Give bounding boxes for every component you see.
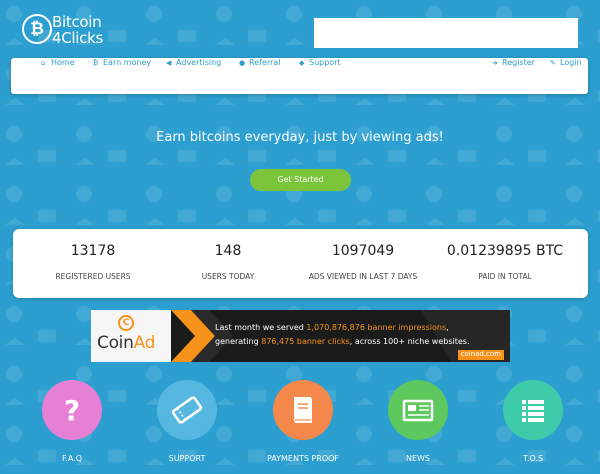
users-icon: ● <box>239 59 246 67</box>
bitcoin-logo-icon: ₿ <box>22 14 52 44</box>
stat-value: 1097049 <box>331 243 395 259</box>
question-icon: ? <box>64 394 80 427</box>
nav-earn-money[interactable]: ₿ Earn money <box>93 58 151 94</box>
newspaper-icon <box>402 399 434 422</box>
impressions-highlight: 1,070,876,876 banner impressions <box>306 323 447 332</box>
coinad-coin-icon: C <box>118 315 134 331</box>
banner-line-2: generating 876,475 banner clicks, across… <box>215 337 470 346</box>
nav-register[interactable]: ➜ Register <box>492 58 535 94</box>
stat-label: REGISTERED USERS <box>55 272 131 281</box>
coinad-banner[interactable]: C CoinAd Last month we served 1,070,876,… <box>91 310 510 362</box>
stats-panel: 13178 REGISTERED USERS 148 USERS TODAY 1… <box>13 229 588 298</box>
nav-home-label: Home <box>51 58 75 67</box>
top-search-input[interactable] <box>314 18 578 48</box>
nav-advertising-label: Advertising <box>176 58 222 67</box>
support-link[interactable]: SUPPORT <box>143 380 231 470</box>
tos-label: T.O.S <box>522 454 544 463</box>
sign-in-icon: ➜ <box>492 59 498 67</box>
nav-earn-money-label: Earn money <box>103 58 152 67</box>
news-link[interactable]: NEWS <box>374 380 462 470</box>
ticket-icon: ◆ <box>299 59 305 67</box>
stat-value: 0.01239895 BTC <box>446 243 564 259</box>
payments-proof-link[interactable]: PAYMENTS PROOF <box>259 380 347 470</box>
stat-value: 13178 <box>70 243 116 259</box>
edit-icon: ✎ <box>550 59 556 67</box>
payments-proof-label: PAYMENTS PROOF <box>266 454 340 463</box>
coinad-brand-ad: Ad <box>133 333 156 353</box>
nav-advertising[interactable]: ◀ Advertising <box>166 58 221 94</box>
clicks-highlight: 876,475 banner clicks <box>261 337 350 346</box>
tos-link[interactable]: T.O.S <box>489 380 577 470</box>
nav-login[interactable]: ✎ Login <box>550 58 582 94</box>
megaphone-icon: ◀ <box>166 59 172 67</box>
faq-label: F.A.Q <box>61 454 83 463</box>
stat-label: PAID IN TOTAL <box>478 272 532 281</box>
hero-title: Earn bitcoins everyday, just by viewing … <box>156 130 444 145</box>
navbar: ⌂ Home ₿ Earn money ◀ Advertising ● Referral… <box>11 58 588 94</box>
stat-label: USERS TODAY <box>201 272 255 281</box>
nav-register-label: Register <box>502 58 535 67</box>
list-icon <box>522 400 544 422</box>
book-icon <box>294 397 312 423</box>
logo-text-line2: 4Clicks <box>52 29 104 47</box>
ticket-icon <box>171 396 203 424</box>
stat-value: 148 <box>214 243 242 259</box>
stat-label: ADS VIEWED IN LAST 7 DAYS <box>308 272 418 281</box>
svg-text:?: ? <box>64 394 80 427</box>
nav-referral[interactable]: ● Referral <box>239 58 280 94</box>
nav-home[interactable]: ⌂ Home <box>41 58 75 94</box>
banner-line-1: Last month we served 1,070,876,876 banne… <box>215 323 449 332</box>
bitcoin-icon: ₿ <box>93 59 99 67</box>
nav-login-label: Login <box>560 58 582 67</box>
support-label: SUPPORT <box>168 454 206 463</box>
get-started-button[interactable]: Get Started <box>250 169 351 191</box>
logo[interactable]: ₿ Bitcoin 4Clicks <box>22 13 132 48</box>
nav-support[interactable]: ◆ Support <box>299 58 341 94</box>
nav-support-label: Support <box>309 58 341 67</box>
nav-referral-label: Referral <box>249 58 281 67</box>
home-icon: ⌂ <box>41 59 46 67</box>
coinad-logo: C CoinAd <box>91 310 171 362</box>
faq-link[interactable]: ? F.A.Q <box>28 380 116 470</box>
banner-domain: coinad.com <box>457 350 504 360</box>
news-label: NEWS <box>405 454 431 463</box>
coinad-brand-coin: Coin <box>97 333 134 353</box>
